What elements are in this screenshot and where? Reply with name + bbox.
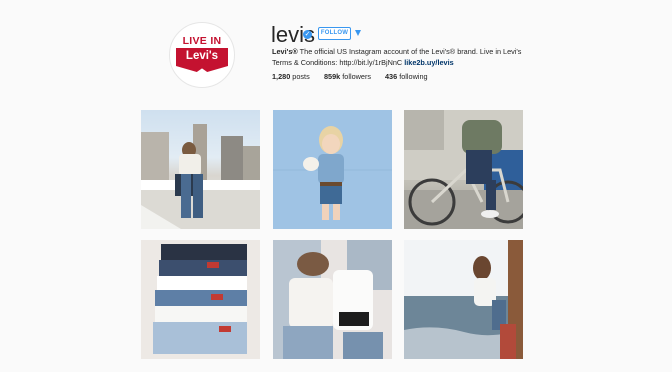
- profile-avatar[interactable]: LIVE IN Levi's: [169, 22, 235, 88]
- follow-button[interactable]: FOLLOW: [318, 27, 351, 40]
- logo-batwing: Levi's: [176, 48, 228, 72]
- post-tile[interactable]: [404, 110, 523, 229]
- post-woman-seaside-image: [404, 240, 523, 359]
- post-toddler-blue-wall-image: [273, 110, 392, 229]
- post-tile[interactable]: [273, 240, 392, 359]
- following-count: 436: [385, 72, 398, 81]
- stat-following[interactable]: 436 following: [385, 72, 428, 82]
- post-tile[interactable]: [273, 110, 392, 229]
- post-cyclist-image: [404, 110, 523, 229]
- bio-text: The official US Instagram account of the…: [272, 47, 522, 67]
- options-dropdown-icon[interactable]: [355, 30, 361, 36]
- post-couple-lying-image: [273, 240, 392, 359]
- bio-name: Levi's®: [272, 47, 298, 56]
- followers-label: followers: [342, 72, 372, 81]
- posts-label: posts: [292, 72, 310, 81]
- post-tile[interactable]: [141, 240, 260, 359]
- bio-link[interactable]: like2b.uy/levis: [404, 58, 454, 67]
- stat-followers[interactable]: 859k followers: [324, 72, 371, 82]
- post-rooftop-woman-image: [141, 124, 260, 229]
- post-tile[interactable]: [141, 110, 260, 229]
- following-label: following: [399, 72, 428, 81]
- profile-bio: Levi's® The official US Instagram accoun…: [272, 46, 534, 68]
- logo-brand-text: Levi's: [185, 50, 219, 62]
- posts-count: 1,280: [272, 72, 291, 81]
- post-denim-shorts-stack-image: [141, 240, 260, 359]
- levis-logo: LIVE IN Levi's: [175, 35, 229, 75]
- verified-badge-icon: ✓: [303, 30, 312, 39]
- followers-count: 859k: [324, 72, 341, 81]
- stat-posts: 1,280 posts: [272, 72, 310, 82]
- post-tile[interactable]: [404, 240, 523, 359]
- logo-tagline: LIVE IN: [182, 35, 222, 47]
